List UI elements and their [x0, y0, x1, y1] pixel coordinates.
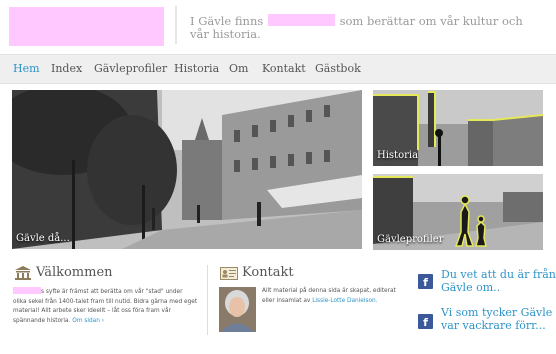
nav-item-gastbok[interactable]: Gästbok: [315, 62, 361, 75]
facebook-icon[interactable]: f: [418, 274, 433, 289]
author-photo-image: [219, 287, 256, 332]
welcome-text-line-3: material! Allt arbete sker ideellt – låt…: [13, 308, 171, 314]
main-photo[interactable]: Gävle då...: [12, 90, 362, 249]
museum-icon: [15, 266, 31, 280]
about-link[interactable]: Om sidan ›: [72, 318, 104, 324]
contact-title: Kontakt: [242, 265, 294, 280]
gavleprofiler-photo[interactable]: Gävleprofiler: [373, 174, 543, 250]
nav-item-om[interactable]: Om: [229, 62, 248, 75]
welcome-text-line-4: spännande historia.: [13, 317, 71, 324]
site-logo[interactable]: [9, 7, 164, 46]
facebook-icon[interactable]: f: [418, 314, 433, 329]
nav-item-gavleprofiler[interactable]: Gävleprofiler: [94, 62, 167, 75]
column-divider: [207, 265, 208, 335]
main-photo-caption: Gävle då...: [16, 233, 70, 244]
tagline-highlight: [267, 14, 335, 26]
contact-text: Allt material på denna sida är skapat, e…: [262, 287, 412, 306]
author-photo: [219, 287, 256, 332]
welcome-text-line-2: olika sekel från 1400-talet fram till nu…: [13, 298, 198, 305]
nav-item-index[interactable]: Index: [51, 62, 82, 75]
gavleprofiler-photo-caption: Gävleprofiler: [377, 234, 444, 245]
nav-item-hem[interactable]: Hem: [13, 62, 40, 75]
historia-photo-caption: Historia: [377, 150, 419, 161]
welcome-text-line-1: s syfte är främst att berätta om vår "st…: [41, 289, 183, 295]
nav-item-historia[interactable]: Historia: [174, 62, 219, 75]
welcome-text: s syfte är främst att berätta om vår "st…: [13, 287, 203, 326]
main-navigation: Hem Index Gävleprofiler Historia Om Kont…: [0, 54, 556, 84]
site-name-highlight: [13, 287, 41, 294]
contact-text-line-2: eller insamlat av: [262, 297, 311, 304]
contact-text-line-1: Allt material på denna sida är skapat, e…: [262, 288, 396, 294]
site-tagline: I Gävle finns som berättar om vår kultur…: [190, 14, 530, 41]
historia-photo[interactable]: Historia: [373, 90, 543, 166]
author-link[interactable]: Lissie-Lotte Danielson.: [312, 298, 377, 304]
contact-card-icon: [220, 267, 238, 280]
welcome-title: Välkommen: [36, 265, 113, 280]
facebook-post-1[interactable]: Du vet att du är från Gävle om..: [441, 268, 556, 294]
tagline-start: I Gävle finns: [190, 14, 264, 28]
facebook-post-2[interactable]: Vi som tycker Gävle var vackrare förr...: [441, 306, 556, 332]
header-divider: [175, 6, 177, 44]
main-photo-image: [12, 90, 362, 249]
nav-item-kontakt[interactable]: Kontakt: [262, 62, 306, 75]
